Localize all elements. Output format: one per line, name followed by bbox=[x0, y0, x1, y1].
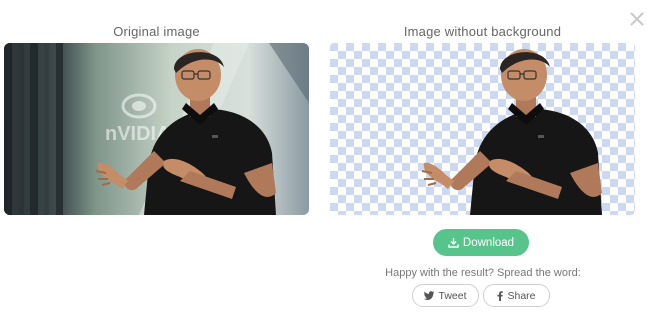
share-prompt: Happy with the result? Spread the word: bbox=[385, 267, 581, 279]
original-image-title: Original image bbox=[113, 24, 200, 39]
twitter-icon bbox=[424, 291, 435, 300]
download-button[interactable]: Download bbox=[433, 229, 529, 256]
original-image: nVIDIA bbox=[4, 43, 309, 215]
download-label: Download bbox=[462, 236, 515, 249]
tweet-button[interactable]: Tweet bbox=[412, 284, 479, 307]
tweet-label: Tweet bbox=[438, 289, 467, 302]
facebook-icon bbox=[497, 290, 504, 301]
download-icon bbox=[448, 237, 459, 248]
share-button[interactable]: Share bbox=[483, 284, 550, 307]
share-label: Share bbox=[507, 289, 536, 302]
result-image-title: Image without background bbox=[403, 24, 562, 39]
result-image bbox=[330, 43, 635, 215]
